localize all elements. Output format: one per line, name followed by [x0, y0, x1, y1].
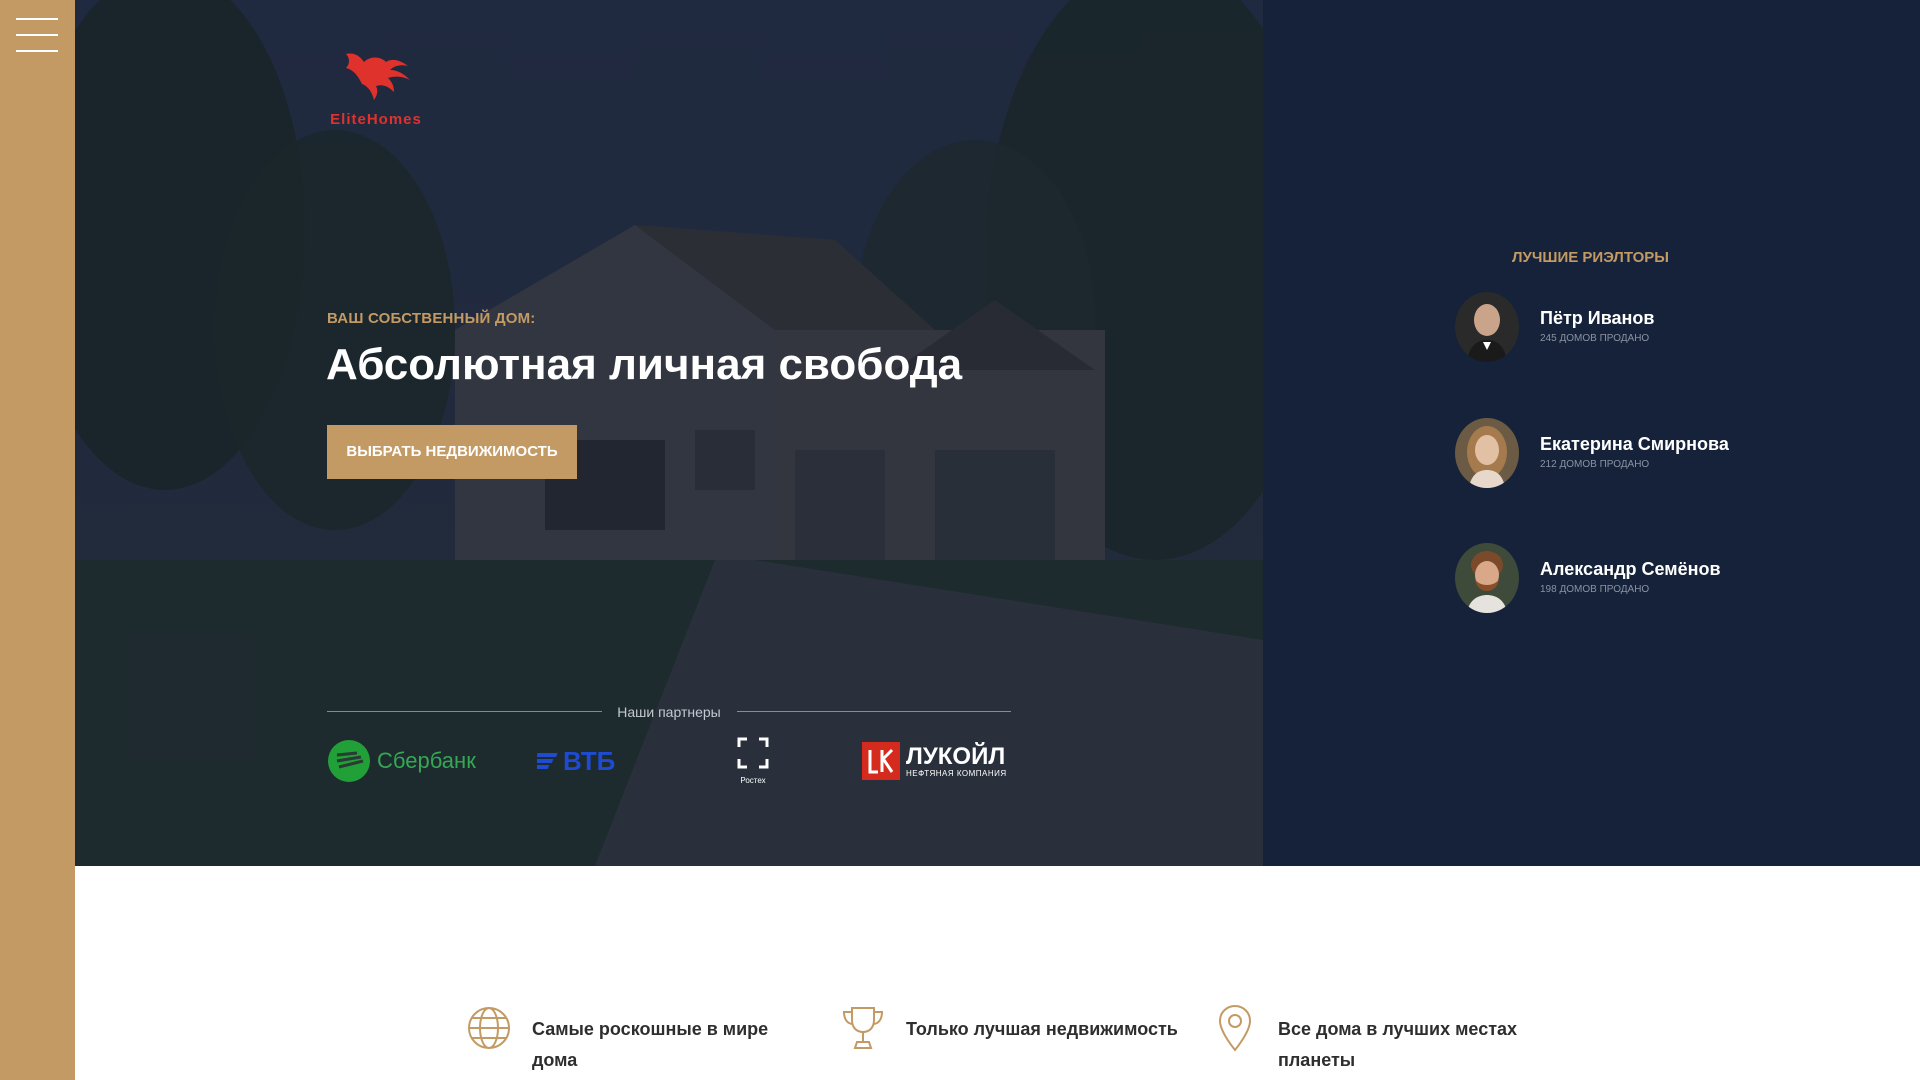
hero-headline: Абсолютная личная свобода: [326, 340, 963, 389]
partner-sberbank-label: Сбербанк: [377, 748, 476, 773]
partner-rostec-label: Ростех: [740, 776, 766, 785]
avatar: [1455, 292, 1519, 362]
partners-section: Наши партнеры Сбербанк ВТБ Ростех ЛУКОЙЛ…: [327, 700, 1011, 790]
realtor-name: Пётр Иванов: [1540, 308, 1655, 328]
lukoil-logo-icon: [862, 742, 900, 780]
realtor-name: Александр Семёнов: [1540, 559, 1721, 579]
partner-sberbank[interactable]: Сбербанк: [327, 738, 476, 784]
rostec-logo-icon: [737, 737, 769, 769]
partner-vtb[interactable]: ВТБ: [537, 738, 615, 784]
partner-lukoil[interactable]: ЛУКОЙЛ НЕФТЯНАЯ КОМПАНИЯ: [862, 738, 1007, 784]
realtor-card[interactable]: Екатерина Смирнова 212 ДОМОВ ПРОДАНО: [1455, 418, 1815, 488]
feature-text: Только лучшая недвижимость: [906, 1019, 1178, 1039]
partner-lukoil-subtitle: НЕФТЯНАЯ КОМПАНИЯ: [906, 768, 1007, 778]
avatar: [1455, 418, 1519, 488]
realtors-title: ЛУЧШИЕ РИЭЛТОРЫ: [1512, 249, 1669, 266]
globe-icon: [468, 1007, 510, 1049]
feature-text: Все дома в лучших местах планеты: [1278, 1019, 1518, 1070]
partners-title: Наши партнеры: [617, 704, 721, 720]
location-pin-icon: [1218, 1004, 1252, 1052]
realtor-card[interactable]: Александр Семёнов 198 ДОМОВ ПРОДАНО: [1455, 543, 1815, 613]
left-sidebar: [0, 0, 75, 1080]
partner-lukoil-label: ЛУКОЙЛ: [906, 742, 1006, 770]
realtor-sales-count: 245 ДОМОВ ПРОДАНО: [1540, 333, 1650, 344]
partner-vtb-label: ВТБ: [563, 745, 616, 776]
realtor-card[interactable]: Пётр Иванов 245 ДОМОВ ПРОДАНО: [1455, 292, 1815, 362]
partner-rostec[interactable]: Ростех: [737, 737, 769, 785]
brand-name: EliteHomes: [330, 111, 422, 128]
realtor-sales-count: 198 ДОМОВ ПРОДАНО: [1540, 584, 1650, 595]
sberbank-logo-icon: [328, 740, 370, 782]
realtor-name: Екатерина Смирнова: [1540, 434, 1729, 454]
choose-property-button[interactable]: ВЫБРАТЬ НЕДВИЖИМОСТЬ: [327, 425, 577, 479]
hamburger-menu-icon[interactable]: [16, 18, 58, 54]
vtb-logo-icon: [537, 753, 558, 769]
hero-kicker: ВАШ СОБСТВЕННЫЙ ДОМ:: [327, 310, 536, 327]
feature-text: Самые роскошные в мире дома: [532, 1019, 769, 1070]
brand-logo[interactable]: EliteHomes: [326, 46, 426, 128]
phoenix-logo-icon: [346, 53, 410, 100]
realtor-sales-count: 212 ДОМОВ ПРОДАНО: [1540, 459, 1650, 470]
avatar: [1455, 543, 1519, 613]
trophy-icon: [842, 1007, 884, 1049]
